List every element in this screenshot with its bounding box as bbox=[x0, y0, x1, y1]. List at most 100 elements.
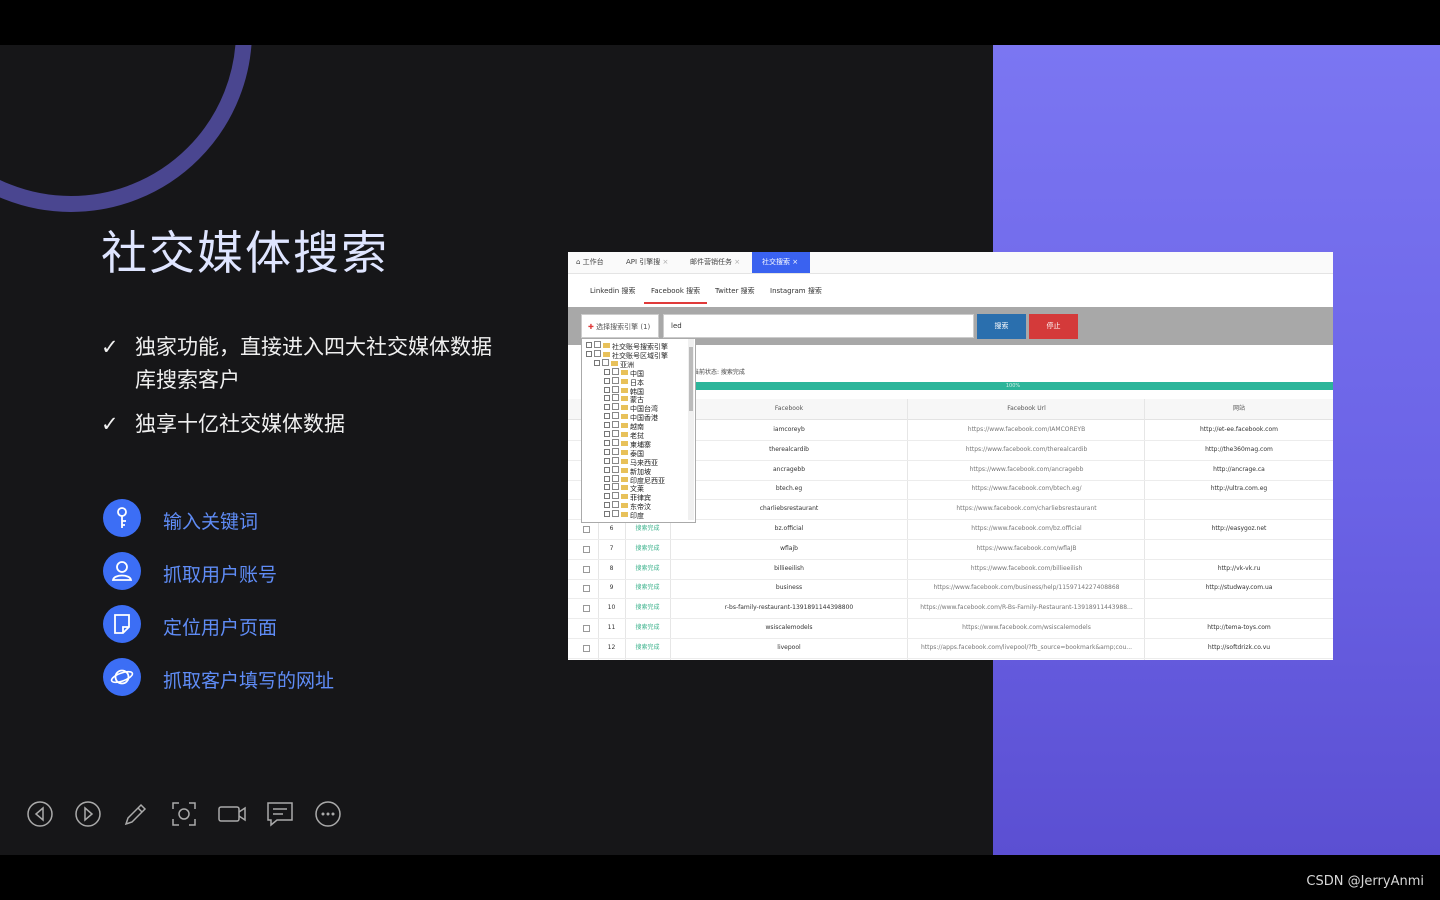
cell-url[interactable]: https://www.facebook.com/therealcardib bbox=[908, 440, 1145, 460]
expand-icon[interactable] bbox=[604, 502, 610, 509]
tree-node[interactable]: 马来西亚 bbox=[604, 456, 658, 467]
tree-checkbox[interactable] bbox=[612, 438, 619, 446]
tab-api-search[interactable]: API 引擎搜 × bbox=[626, 252, 668, 273]
close-icon[interactable]: × bbox=[663, 258, 669, 266]
header-website[interactable]: 网站 bbox=[1145, 399, 1333, 419]
tree-node[interactable]: 中国 bbox=[604, 367, 644, 378]
engine-tree-dropdown[interactable]: 社交账号搜索引擎 社交账号区域引擎 亚洲 中国 日本 韩国 蒙古 中国台湾 中国香港 越南 老挝 柬埔… bbox=[581, 338, 696, 523]
row-checkbox[interactable] bbox=[583, 605, 590, 613]
cell-site[interactable]: http://the360mag.com bbox=[1145, 440, 1333, 460]
cell-url[interactable]: https://www.facebook.com/charliebsrestau… bbox=[908, 499, 1145, 519]
cell-url[interactable]: https://www.facebook.com/btech.eg/ bbox=[908, 479, 1145, 499]
expand-icon[interactable] bbox=[604, 377, 610, 384]
tree-checkbox[interactable] bbox=[612, 492, 619, 500]
expand-icon[interactable] bbox=[604, 511, 610, 518]
table-row[interactable]: 9 搜索完成 business https://www.facebook.com/bu… bbox=[568, 578, 1333, 600]
comment-icon[interactable] bbox=[265, 799, 295, 829]
tree-node[interactable]: 越南 bbox=[604, 421, 644, 431]
tree-checkbox[interactable] bbox=[602, 358, 609, 366]
tree-node[interactable]: 老挝 bbox=[604, 430, 644, 440]
table-row[interactable]: 8 搜索完成 billieeilish https://www.facebook.co… bbox=[568, 559, 1333, 580]
cell-url[interactable]: https://apps.facebook.com/livepool/?fb_s… bbox=[908, 638, 1145, 658]
cell-site[interactable]: http://tema-toys.com bbox=[1145, 618, 1333, 638]
tree-node[interactable]: 泰国 bbox=[604, 447, 644, 458]
tree-scrollbar[interactable] bbox=[688, 339, 694, 520]
expand-icon[interactable] bbox=[604, 431, 610, 437]
tab-email-task[interactable]: 邮件营销任务 × bbox=[690, 252, 740, 273]
camera-icon[interactable] bbox=[217, 799, 247, 829]
tree-checkbox[interactable] bbox=[612, 501, 619, 509]
tree-node[interactable]: 印度 bbox=[604, 510, 644, 520]
row-checkbox[interactable] bbox=[583, 545, 590, 553]
expand-icon[interactable] bbox=[604, 422, 610, 429]
cell-url[interactable]: https://www.facebook.com/bz.official bbox=[908, 519, 1145, 539]
cell-site[interactable]: http://vk-vk.ru bbox=[1145, 559, 1333, 579]
row-checkbox[interactable] bbox=[583, 565, 590, 573]
tab-workbench[interactable]: ⌂ 工作台 bbox=[576, 252, 604, 273]
tree-checkbox[interactable] bbox=[612, 474, 619, 482]
tree-checkbox[interactable] bbox=[612, 412, 619, 420]
tree-node[interactable]: 柬埔寨 bbox=[604, 438, 651, 449]
tree-node[interactable]: 亚洲 bbox=[594, 358, 634, 369]
expand-icon[interactable] bbox=[594, 359, 600, 366]
cell-url[interactable]: https://www.facebook.com/business/help/1… bbox=[908, 578, 1145, 598]
row-checkbox[interactable] bbox=[583, 625, 590, 632]
expand-icon[interactable] bbox=[586, 342, 592, 348]
search-button[interactable]: 搜索 bbox=[977, 314, 1026, 339]
tree-checkbox[interactable] bbox=[594, 341, 601, 348]
expand-icon[interactable] bbox=[604, 457, 610, 464]
tree-node[interactable]: 日本 bbox=[604, 376, 644, 387]
cell-site[interactable]: http://easygoz.net bbox=[1145, 519, 1333, 539]
table-row[interactable]: 11 搜索完成 wsiscalemodels https://www.facebook… bbox=[568, 618, 1333, 639]
cell-url[interactable]: https://www.facebook.com/billieeilish bbox=[908, 559, 1145, 579]
cell-site[interactable]: http://ultra.com.eg bbox=[1145, 479, 1333, 499]
tree-checkbox[interactable] bbox=[612, 430, 619, 437]
cell-url[interactable]: https://www.facebook.com/wsiscalemodels bbox=[908, 618, 1145, 638]
tree-node[interactable]: 中国香港 bbox=[604, 412, 658, 422]
tree-node[interactable]: 蒙古 bbox=[604, 394, 644, 404]
cell-site[interactable] bbox=[1145, 598, 1333, 618]
tree-checkbox[interactable] bbox=[612, 456, 619, 464]
cell-site[interactable]: http://studway.com.ua bbox=[1145, 578, 1333, 598]
expand-icon[interactable] bbox=[604, 484, 610, 491]
scroll-thumb[interactable] bbox=[689, 347, 693, 411]
stop-button[interactable]: 停止 bbox=[1029, 314, 1078, 339]
prev-icon[interactable] bbox=[25, 799, 55, 829]
expand-icon[interactable] bbox=[604, 493, 610, 500]
tree-checkbox[interactable] bbox=[612, 394, 619, 402]
tab-facebook[interactable]: Facebook 搜索 bbox=[644, 280, 708, 304]
cell-site[interactable] bbox=[1145, 539, 1333, 559]
tree-checkbox[interactable] bbox=[612, 367, 619, 375]
cell-url[interactable]: https://www.facebook.com/IAMCOREYB bbox=[908, 420, 1145, 440]
cell-site[interactable]: http://et-ee.facebook.com bbox=[1145, 420, 1333, 440]
tree-node[interactable]: 菲律宾 bbox=[604, 492, 651, 502]
tab-twitter[interactable]: Twitter 搜索 bbox=[715, 280, 755, 302]
expand-icon[interactable] bbox=[604, 395, 610, 402]
tree-checkbox[interactable] bbox=[612, 510, 619, 518]
header-facebook-url[interactable]: Facebook Url bbox=[908, 399, 1145, 419]
expand-icon[interactable] bbox=[604, 386, 610, 393]
tree-checkbox[interactable] bbox=[612, 483, 619, 491]
tab-linkedin[interactable]: Linkedin 搜索 bbox=[590, 280, 635, 302]
tree-checkbox[interactable] bbox=[612, 376, 619, 384]
tree-node[interactable]: 新加坡 bbox=[604, 465, 651, 476]
close-icon[interactable]: × bbox=[734, 258, 740, 266]
select-engine-button[interactable]: ✚ 选择搜索引擎 (1) bbox=[581, 314, 659, 338]
screenshot-icon[interactable] bbox=[169, 799, 199, 829]
table-row[interactable]: 7 搜索完成 wflajb https://www.facebook.com/wfla… bbox=[568, 539, 1333, 560]
tree-node[interactable]: 韩国 bbox=[604, 385, 644, 396]
tab-social-search[interactable]: 社交搜索 × bbox=[752, 252, 810, 273]
expand-icon[interactable] bbox=[586, 350, 592, 357]
tab-instagram[interactable]: Instagram 搜索 bbox=[770, 280, 822, 302]
tree-checkbox[interactable] bbox=[612, 447, 619, 455]
tree-checkbox[interactable] bbox=[612, 403, 619, 411]
tree-checkbox[interactable] bbox=[612, 465, 619, 473]
expand-icon[interactable] bbox=[604, 475, 610, 482]
cell-site[interactable]: http://softdrizk.co.vu bbox=[1145, 638, 1333, 658]
tree-checkbox[interactable] bbox=[594, 349, 601, 357]
tree-node[interactable]: 中国台湾 bbox=[604, 403, 658, 413]
keyword-input[interactable]: led bbox=[663, 314, 974, 338]
tree-checkbox[interactable] bbox=[612, 385, 619, 393]
cell-url[interactable]: https://www.facebook.com/ancragebb bbox=[908, 460, 1145, 480]
row-checkbox[interactable] bbox=[583, 585, 590, 593]
